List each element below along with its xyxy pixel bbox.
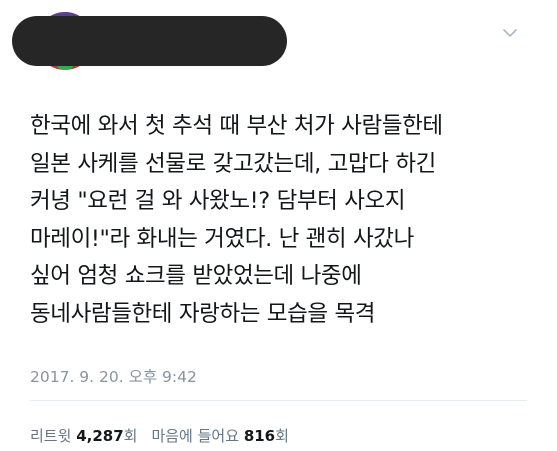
tweet-line: 마레이!"라 화내는 거였다. 난 괜히 사갔나 xyxy=(30,225,414,252)
redacted-username xyxy=(12,16,287,66)
tweet-line: 한국에 와서 첫 추석 때 부산 처가 사람들한테 xyxy=(30,113,443,139)
retweets-stat[interactable]: 리트윗 4,287회 xyxy=(30,427,137,445)
retweets-count: 4,287 xyxy=(76,427,124,445)
retweets-suffix: 회 xyxy=(123,427,138,445)
tweet-card: 한국에 와서 첫 추석 때 부산 처가 사람들한테 일본 사케를 선물로 갖고갔… xyxy=(0,0,557,451)
tweet-text: 한국에 와서 첫 추석 때 부산 처가 사람들한테 일본 사케를 선물로 갖고갔… xyxy=(30,108,540,333)
likes-count: 816 xyxy=(243,427,276,445)
chevron-down-icon[interactable] xyxy=(503,26,517,40)
retweets-label: 리트윗 xyxy=(30,427,72,445)
tweet-line: 일본 사케를 선물로 갖고갔는데, 고맙다 하긴 xyxy=(30,150,436,177)
tweet-timestamp[interactable]: 2017. 9. 20. 오후 9:42 xyxy=(30,365,197,387)
likes-label: 마음에 들어요 xyxy=(151,427,240,445)
tweet-line: 동네사람들한테 자랑하는 모습을 목격 xyxy=(30,300,376,327)
tweet-line: 커녕 "요런 걸 와 사왔노!? 담부터 사오지 xyxy=(30,188,406,214)
tweet-stats: 리트윗 4,287회 마음에 들어요 816회 xyxy=(30,425,289,446)
divider xyxy=(30,400,527,401)
likes-stat[interactable]: 마음에 들어요 816회 xyxy=(151,427,288,445)
likes-suffix: 회 xyxy=(275,427,289,445)
tweet-line: 싶어 엄청 쇼크를 받았었는데 나중에 xyxy=(30,263,362,289)
